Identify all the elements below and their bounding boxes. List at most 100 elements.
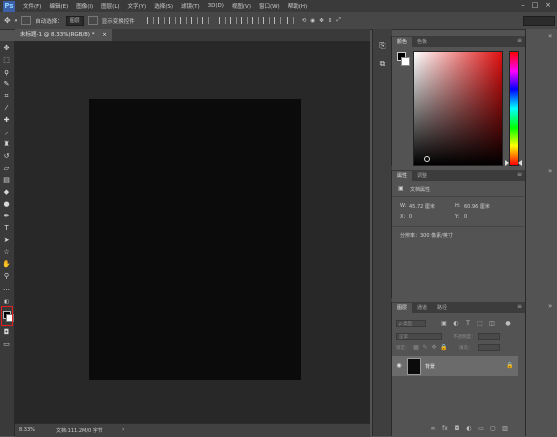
quick-mask-icon[interactable]: ◘: [2, 328, 11, 337]
filter-shape-icon[interactable]: ⬚: [477, 321, 483, 327]
collapse-panel-icon[interactable]: »: [548, 167, 552, 175]
move-tool-icon[interactable]: ✥: [2, 44, 11, 53]
auto-select-checkbox[interactable]: [21, 16, 32, 25]
3d-mode-roll-icon[interactable]: ◉: [310, 18, 315, 24]
color-field[interactable]: [413, 51, 503, 166]
panel-menu-icon[interactable]: ≡: [517, 303, 522, 310]
tab-layers[interactable]: 图层: [392, 303, 413, 313]
collapse-panel-icon[interactable]: »: [548, 302, 552, 310]
tab-swatches[interactable]: 色板: [412, 37, 432, 47]
dodge-tool-icon[interactable]: ●: [2, 200, 11, 209]
distribute-right-icon[interactable]: [273, 17, 281, 24]
menu-filter[interactable]: 滤镜(T): [181, 2, 200, 10]
3d-mode-drag-icon[interactable]: ✥: [319, 18, 324, 24]
auto-align-icon[interactable]: [286, 17, 294, 24]
eyedropper-tool-icon[interactable]: ⁄: [2, 104, 11, 113]
3d-mode-scale-icon[interactable]: ⤢: [336, 17, 340, 24]
document-canvas[interactable]: [89, 99, 301, 380]
lock-pixels-icon[interactable]: ✎: [422, 345, 428, 351]
quick-select-tool-icon[interactable]: ✎: [2, 80, 11, 89]
filter-pixel-icon[interactable]: ▣: [441, 321, 447, 327]
screen-mode-icon[interactable]: ▭: [2, 340, 11, 349]
lock-transparent-icon[interactable]: ▦: [413, 345, 419, 351]
minimize-icon[interactable]: –: [518, 1, 528, 10]
x-value[interactable]: 0: [409, 214, 412, 220]
tab-adjustments[interactable]: 调整: [412, 171, 432, 181]
filter-type-icon[interactable]: T: [465, 321, 471, 327]
color-picker-ring-icon[interactable]: [424, 156, 430, 162]
workspace-switcher[interactable]: [523, 15, 555, 26]
lock-all-icon[interactable]: 🔒: [440, 345, 447, 351]
layer-kind-filter[interactable]: ρ 类型: [396, 320, 426, 327]
layer-style-icon[interactable]: fx: [442, 426, 448, 432]
menu-3d[interactable]: 3D(D): [208, 3, 224, 9]
document-tab[interactable]: 未标题-1 @ 8.33%(RGB/8) * ×: [15, 29, 112, 41]
gradient-tool-icon[interactable]: ▤: [2, 176, 11, 185]
menu-layer[interactable]: 图层(L): [101, 2, 119, 10]
panel-menu-icon[interactable]: ≡: [517, 37, 522, 44]
zoom-tool-icon[interactable]: ⚲: [2, 272, 11, 281]
panel-menu-icon[interactable]: ≡: [517, 171, 522, 178]
3d-mode-rotate-icon[interactable]: ⟲: [302, 18, 307, 24]
fill-field[interactable]: [478, 344, 500, 351]
move-tool-icon[interactable]: ✥: [4, 16, 11, 25]
show-transform-checkbox[interactable]: [87, 16, 98, 25]
tab-paths[interactable]: 路径: [432, 303, 452, 313]
brush-tool-icon[interactable]: ⸝: [2, 128, 11, 137]
menu-file[interactable]: 文件(F): [23, 2, 41, 10]
history-brush-tool-icon[interactable]: ↺: [2, 152, 11, 161]
blend-mode-dropdown[interactable]: 正常: [396, 333, 442, 340]
filter-adjustment-icon[interactable]: ◐: [453, 321, 459, 327]
y-value[interactable]: 0: [464, 214, 467, 220]
auto-select-dropdown[interactable]: 图层: [65, 15, 84, 26]
new-group-icon[interactable]: ▭: [478, 426, 484, 432]
link-layers-icon[interactable]: ∞: [430, 426, 436, 432]
hand-tool-icon[interactable]: ✋: [2, 260, 11, 269]
menu-select[interactable]: 选择(S): [154, 2, 173, 10]
history-panel-icon[interactable]: ⎘: [378, 41, 387, 50]
layer-visibility-eye-icon[interactable]: ◉: [396, 363, 402, 369]
menu-help[interactable]: 帮助(H): [288, 2, 307, 10]
new-layer-icon[interactable]: ▢: [490, 426, 496, 432]
new-adjustment-icon[interactable]: ◐: [466, 426, 472, 432]
healing-brush-tool-icon[interactable]: ✚: [2, 116, 11, 125]
distribute-left-icon[interactable]: [251, 17, 259, 24]
lasso-tool-icon[interactable]: ϙ: [2, 68, 11, 77]
pen-tool-icon[interactable]: ✒: [2, 212, 11, 221]
filter-toggle-icon[interactable]: ●: [505, 321, 511, 327]
align-left-icon[interactable]: [179, 17, 187, 24]
distribute-bottom-icon[interactable]: [240, 17, 248, 24]
tab-channels[interactable]: 通道: [412, 303, 432, 313]
marquee-tool-icon[interactable]: ⬚: [2, 56, 11, 65]
hue-slider[interactable]: [509, 51, 519, 166]
distribute-top-icon[interactable]: [218, 17, 226, 24]
height-value[interactable]: 60.96 厘米: [464, 203, 490, 210]
maximize-icon[interactable]: □: [530, 1, 540, 10]
blur-tool-icon[interactable]: ◆: [2, 188, 11, 197]
add-mask-icon[interactable]: ◘: [454, 426, 460, 432]
menu-window[interactable]: 窗口(W): [259, 2, 280, 10]
distribute-hcenter-icon[interactable]: [262, 17, 270, 24]
crop-tool-icon[interactable]: ⌗: [2, 92, 11, 101]
align-bottom-icon[interactable]: [168, 17, 176, 24]
distribute-vcenter-icon[interactable]: [229, 17, 237, 24]
tab-color[interactable]: 颜色: [392, 37, 413, 47]
expand-panels-icon[interactable]: «: [548, 32, 552, 40]
lock-position-icon[interactable]: ✥: [431, 345, 437, 351]
close-icon[interactable]: ×: [543, 1, 553, 10]
more-tools-icon[interactable]: …: [2, 284, 11, 293]
menu-image[interactable]: 图像(I): [76, 2, 93, 10]
menu-view[interactable]: 视图(V): [232, 2, 251, 10]
tab-properties[interactable]: 属性: [392, 171, 413, 181]
rectangle-tool-icon[interactable]: ☆: [2, 248, 11, 257]
clone-stamp-tool-icon[interactable]: ♜: [2, 140, 11, 149]
properties-strip-icon[interactable]: ⧉: [378, 59, 387, 68]
align-hcenter-icon[interactable]: [190, 17, 198, 24]
eraser-tool-icon[interactable]: ▱: [2, 164, 11, 173]
layer-name[interactable]: 背景: [425, 363, 435, 370]
align-vcenter-icon[interactable]: [157, 17, 165, 24]
color-panel-background-swatch[interactable]: [401, 57, 410, 66]
align-top-icon[interactable]: [146, 17, 154, 24]
3d-mode-slide-icon[interactable]: ⇕: [328, 18, 333, 24]
align-right-icon[interactable]: [201, 17, 209, 24]
